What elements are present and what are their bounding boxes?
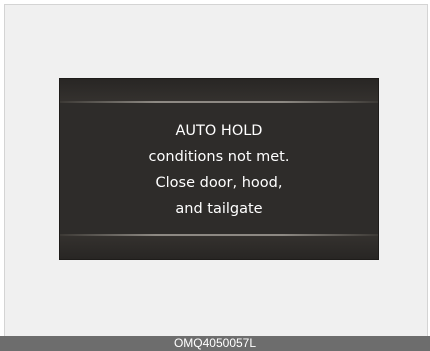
- message-line-2: conditions not met.: [148, 149, 290, 165]
- display-top-band: [60, 79, 378, 101]
- display-top-divider: [60, 101, 378, 103]
- message-line-3: Close door, hood,: [155, 175, 283, 191]
- auto-hold-message: AUTO HOLD conditions not met. Close door…: [60, 118, 378, 222]
- figure-code-caption: OMQ4050057L: [0, 336, 430, 351]
- message-line-1: AUTO HOLD: [175, 123, 263, 139]
- cluster-display: AUTO HOLD conditions not met. Close door…: [60, 79, 378, 259]
- message-line-4: and tailgate: [175, 201, 263, 217]
- display-bottom-band: [60, 236, 378, 259]
